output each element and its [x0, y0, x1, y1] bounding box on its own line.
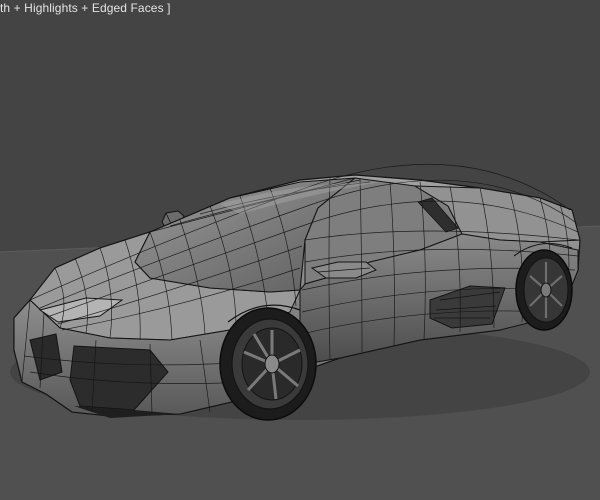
perspective-viewport[interactable]: th + Highlights + Edged Faces ] [0, 0, 600, 500]
viewport-scene[interactable] [0, 0, 600, 500]
viewport-shading-label[interactable]: th + Highlights + Edged Faces ] [0, 1, 171, 15]
